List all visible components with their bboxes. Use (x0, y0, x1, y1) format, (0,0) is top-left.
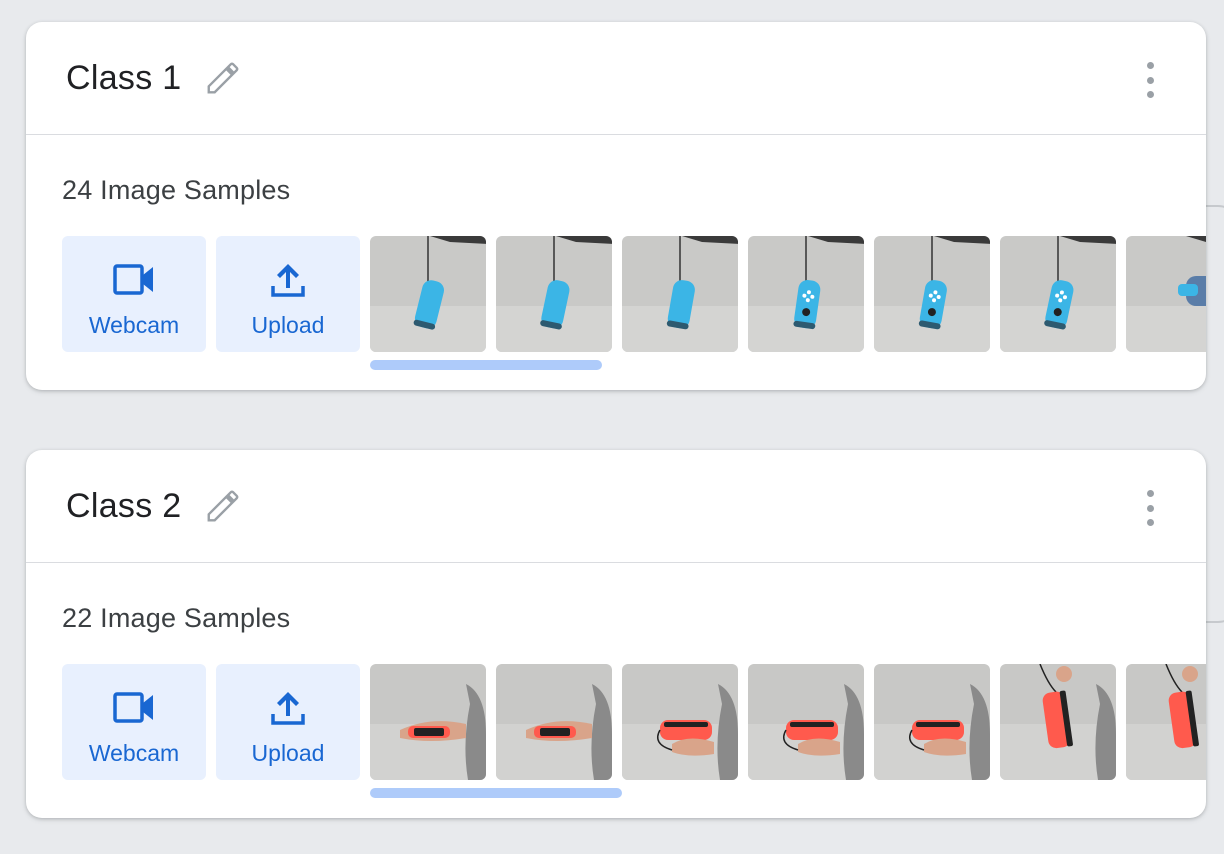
upload-label: Upload (251, 739, 325, 766)
thumbnail-strip (370, 664, 1206, 780)
upload-icon (268, 686, 308, 730)
videocam-icon (112, 686, 156, 730)
sample-thumbnail[interactable] (1000, 664, 1116, 780)
upload-button[interactable]: Upload (216, 236, 360, 352)
more-vert-icon[interactable] (1138, 62, 1162, 98)
webcam-button[interactable]: Webcam (62, 664, 206, 780)
webcam-button[interactable]: Webcam (62, 236, 206, 352)
class-title[interactable]: Class 2 (66, 487, 181, 526)
videocam-icon (112, 258, 156, 302)
samples-scroll-thumb[interactable] (370, 788, 622, 798)
webcam-label: Webcam (88, 311, 180, 338)
thumbnail-strip (370, 236, 1206, 352)
sample-thumbnail[interactable] (496, 236, 612, 352)
class-header: Class 2 (26, 450, 1206, 563)
sample-thumbnail[interactable] (370, 236, 486, 352)
upload-button[interactable]: Upload (216, 664, 360, 780)
samples-count: 24 Image Samples (62, 175, 291, 205)
upload-label: Upload (251, 311, 325, 338)
samples-row: Webcam Upload (62, 664, 1206, 780)
upload-icon (268, 258, 308, 302)
sample-thumbnail[interactable] (874, 664, 990, 780)
samples-scroll-thumb[interactable] (370, 360, 602, 370)
pencil-icon[interactable] (203, 486, 243, 526)
sample-thumbnail[interactable] (748, 664, 864, 780)
pencil-icon[interactable] (203, 58, 243, 98)
samples-row: Webcam Upload (62, 236, 1206, 352)
sample-thumbnail[interactable] (1000, 236, 1116, 352)
class-title[interactable]: Class 1 (66, 59, 181, 98)
class-card-2: Class 2 22 Image Samples Webcam Upload (26, 450, 1206, 818)
more-vert-icon[interactable] (1138, 490, 1162, 526)
class-card-1: Class 1 24 Image Samples Webcam Upload (26, 22, 1206, 390)
class-header: Class 1 (26, 22, 1206, 135)
sample-thumbnail[interactable] (496, 664, 612, 780)
sample-thumbnail[interactable] (370, 664, 486, 780)
sample-thumbnail[interactable] (874, 236, 990, 352)
sample-thumbnail[interactable] (1126, 236, 1206, 352)
sample-thumbnail[interactable] (1126, 664, 1206, 780)
webcam-label: Webcam (88, 739, 180, 766)
samples-count: 22 Image Samples (62, 603, 291, 633)
class-connector (1204, 205, 1224, 623)
sample-thumbnail[interactable] (748, 236, 864, 352)
sample-thumbnail[interactable] (622, 236, 738, 352)
sample-thumbnail[interactable] (622, 664, 738, 780)
